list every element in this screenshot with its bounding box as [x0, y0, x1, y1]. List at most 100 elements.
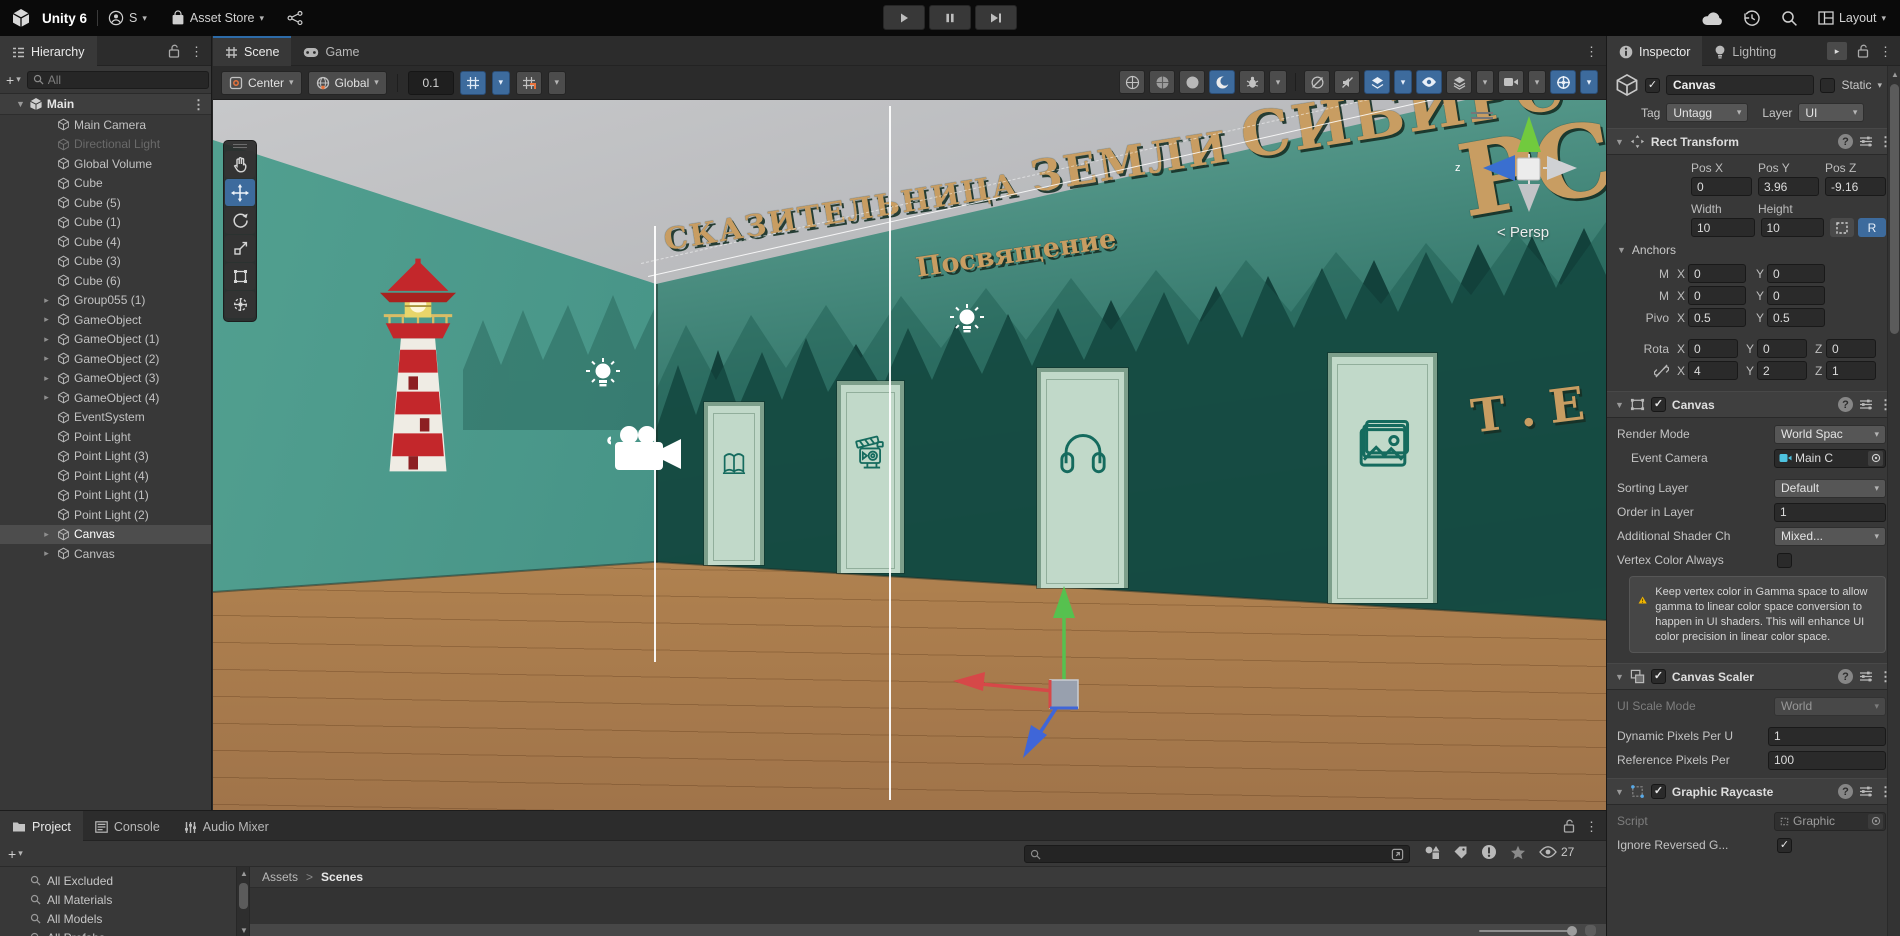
tab-hierarchy[interactable]: Hierarchy — [0, 36, 97, 66]
transform-tool-button[interactable] — [225, 291, 255, 318]
rotation-y-field[interactable]: 0 — [1757, 339, 1807, 358]
rect-tool-button[interactable] — [225, 263, 255, 290]
rotation-z-field[interactable]: 0 — [1826, 339, 1876, 358]
gameobject-name-field[interactable]: Canvas — [1666, 75, 1814, 95]
hierarchy-item-gameobject-2[interactable]: ▸GameObject (2) — [0, 349, 211, 369]
lighthouse-painting[interactable] — [361, 258, 475, 472]
scene-row-main[interactable]: ▼ Main ⋮ — [0, 94, 211, 115]
expand-arrow-icon[interactable]: ▸ — [40, 392, 53, 403]
scene-layers-dropdown[interactable]: ▾ — [1476, 70, 1494, 94]
hierarchy-item-cube-6[interactable]: Cube (6) — [0, 271, 211, 291]
scene-gizmos-button[interactable] — [1550, 70, 1576, 94]
step-button[interactable] — [975, 5, 1017, 30]
pivot-x-field[interactable]: 0.5 — [1688, 308, 1746, 327]
hierarchy-item-eventsystem[interactable]: EventSystem — [0, 408, 211, 428]
camera-gizmo[interactable] — [607, 422, 685, 480]
history-icon[interactable] — [1743, 9, 1761, 27]
layout-menu[interactable]: Layout ▾ — [1818, 11, 1886, 25]
hierarchy-item-point-light-4[interactable]: Point Light (4) — [0, 466, 211, 486]
snap-increment-field[interactable]: 0.1 — [408, 71, 454, 95]
tool-handle-dropdown[interactable]: Center▾ — [221, 71, 302, 95]
presets-icon[interactable] — [1859, 135, 1873, 148]
hierarchy-item-point-light[interactable]: Point Light — [0, 427, 211, 447]
presets-icon[interactable] — [1859, 398, 1873, 411]
help-icon[interactable]: ? — [1838, 397, 1853, 412]
panel-menu-icon[interactable]: ⋮ — [190, 45, 203, 58]
blueprint-mode-button[interactable] — [1830, 218, 1854, 237]
tab-lighting[interactable]: Lighting — [1702, 36, 1788, 66]
expand-arrow-icon[interactable]: ▸ — [40, 295, 53, 306]
static-dropdown-icon[interactable]: ▾ — [1877, 81, 1882, 90]
anchor-min-x-field[interactable]: 0 — [1688, 264, 1746, 283]
scene-viewport[interactable]: СКАЗИТЕЛЬНИЦА ЗЕМЛИ СИБИРС РС Посвящение… — [213, 100, 1606, 810]
tag-dropdown[interactable]: Untagg▾ — [1666, 103, 1748, 122]
create-button[interactable]: +▾ — [6, 72, 21, 88]
expand-arrow-icon[interactable]: ▸ — [40, 314, 53, 325]
palette-drag-handle[interactable] — [224, 141, 256, 150]
tab-project[interactable]: Project — [0, 811, 83, 841]
component-enabled-checkbox[interactable]: ✓ — [1651, 784, 1666, 799]
scene-camera-button[interactable] — [1498, 70, 1524, 94]
component-enabled-checkbox[interactable]: ✓ — [1651, 669, 1666, 684]
active-checkbox[interactable]: ✓ — [1645, 78, 1660, 93]
point-light-gizmo[interactable] — [585, 358, 621, 394]
search-icon[interactable] — [1781, 10, 1798, 27]
hierarchy-item-gameobject[interactable]: ▸GameObject — [0, 310, 211, 330]
grip-icon[interactable] — [1585, 925, 1596, 936]
scale-z-field[interactable]: 1 — [1826, 361, 1876, 380]
tab-scene[interactable]: Scene — [213, 36, 291, 66]
view-tool-button[interactable] — [225, 151, 255, 178]
event-camera-field[interactable]: Main C — [1774, 449, 1886, 468]
reference-pixels-field[interactable]: 100 — [1768, 751, 1886, 770]
rect-transform-header[interactable]: ▼ Rect Transform ? ⋮ — [1607, 128, 1900, 155]
shading-wireframe-button[interactable] — [1119, 70, 1145, 94]
door-book[interactable] — [704, 402, 764, 565]
pos-x-field[interactable]: 0 — [1691, 177, 1752, 196]
favorite-all-materials[interactable]: All Materials — [0, 890, 236, 909]
scene-overlays-dropdown[interactable]: ▾ — [1394, 70, 1412, 94]
pos-z-field[interactable]: -9.16 — [1825, 177, 1886, 196]
rotation-x-field[interactable]: 0 — [1688, 339, 1738, 358]
dynamic-pixels-field[interactable]: 1 — [1768, 727, 1886, 746]
unlock-icon[interactable] — [1563, 819, 1575, 833]
presets-icon[interactable] — [1859, 670, 1873, 683]
move-tool-button[interactable] — [225, 179, 255, 206]
static-checkbox[interactable] — [1820, 78, 1835, 93]
hierarchy-item-cube-5[interactable]: Cube (5) — [0, 193, 211, 213]
door-film[interactable] — [837, 381, 904, 573]
panel-menu-icon[interactable]: ⋮ — [1585, 820, 1598, 833]
scene-effects-dropdown[interactable]: ▾ — [1269, 70, 1287, 94]
panel-menu-icon[interactable]: ⋮ — [1585, 45, 1598, 58]
hierarchy-item-gameobject-1[interactable]: ▸GameObject (1) — [0, 330, 211, 350]
scale-y-field[interactable]: 2 — [1757, 361, 1807, 380]
help-icon[interactable]: ? — [1838, 134, 1853, 149]
visibility-count[interactable]: 27 — [1539, 845, 1574, 859]
object-picker-icon[interactable] — [1868, 451, 1883, 466]
scene-visibility-toggle[interactable] — [1416, 70, 1442, 94]
tab-game[interactable]: Game — [291, 36, 371, 66]
project-search[interactable] — [1024, 845, 1410, 863]
breadcrumb-scenes[interactable]: Scenes — [321, 870, 363, 884]
shading-shaded-button[interactable] — [1179, 70, 1205, 94]
canvas-header[interactable]: ▼ ✓ Canvas ? ⋮ — [1607, 391, 1900, 418]
anchor-min-y-field[interactable]: 0 — [1767, 264, 1825, 283]
foldout-icon[interactable]: ▼ — [1615, 787, 1624, 797]
sorting-layer-dropdown[interactable]: Default▾ — [1774, 479, 1886, 498]
favorite-all-excluded[interactable]: All Excluded — [0, 871, 236, 890]
hierarchy-item-point-light-1[interactable]: Point Light (1) — [0, 486, 211, 506]
expand-arrow-icon[interactable]: ▸ — [40, 334, 53, 345]
hierarchy-item-global-volume[interactable]: Global Volume — [0, 154, 211, 174]
gameobject-cube-icon[interactable] — [1615, 73, 1639, 97]
foldout-icon[interactable]: ▼ — [1617, 245, 1626, 255]
pivot-y-field[interactable]: 0.5 — [1767, 308, 1825, 327]
hierarchy-item-group055-1[interactable]: ▸Group055 (1) — [0, 291, 211, 311]
presets-icon[interactable] — [1859, 785, 1873, 798]
inspector-scrollbar[interactable]: ▲ — [1887, 66, 1900, 936]
unlock-icon[interactable] — [168, 44, 180, 58]
cloud-icon[interactable] — [1701, 11, 1723, 26]
breadcrumb-assets[interactable]: Assets — [262, 870, 298, 884]
scale-x-field[interactable]: 4 — [1688, 361, 1738, 380]
scene-gizmos-dropdown[interactable]: ▾ — [1580, 70, 1598, 94]
search-by-type-icon[interactable] — [1424, 845, 1440, 860]
height-field[interactable]: 10 — [1761, 218, 1825, 237]
